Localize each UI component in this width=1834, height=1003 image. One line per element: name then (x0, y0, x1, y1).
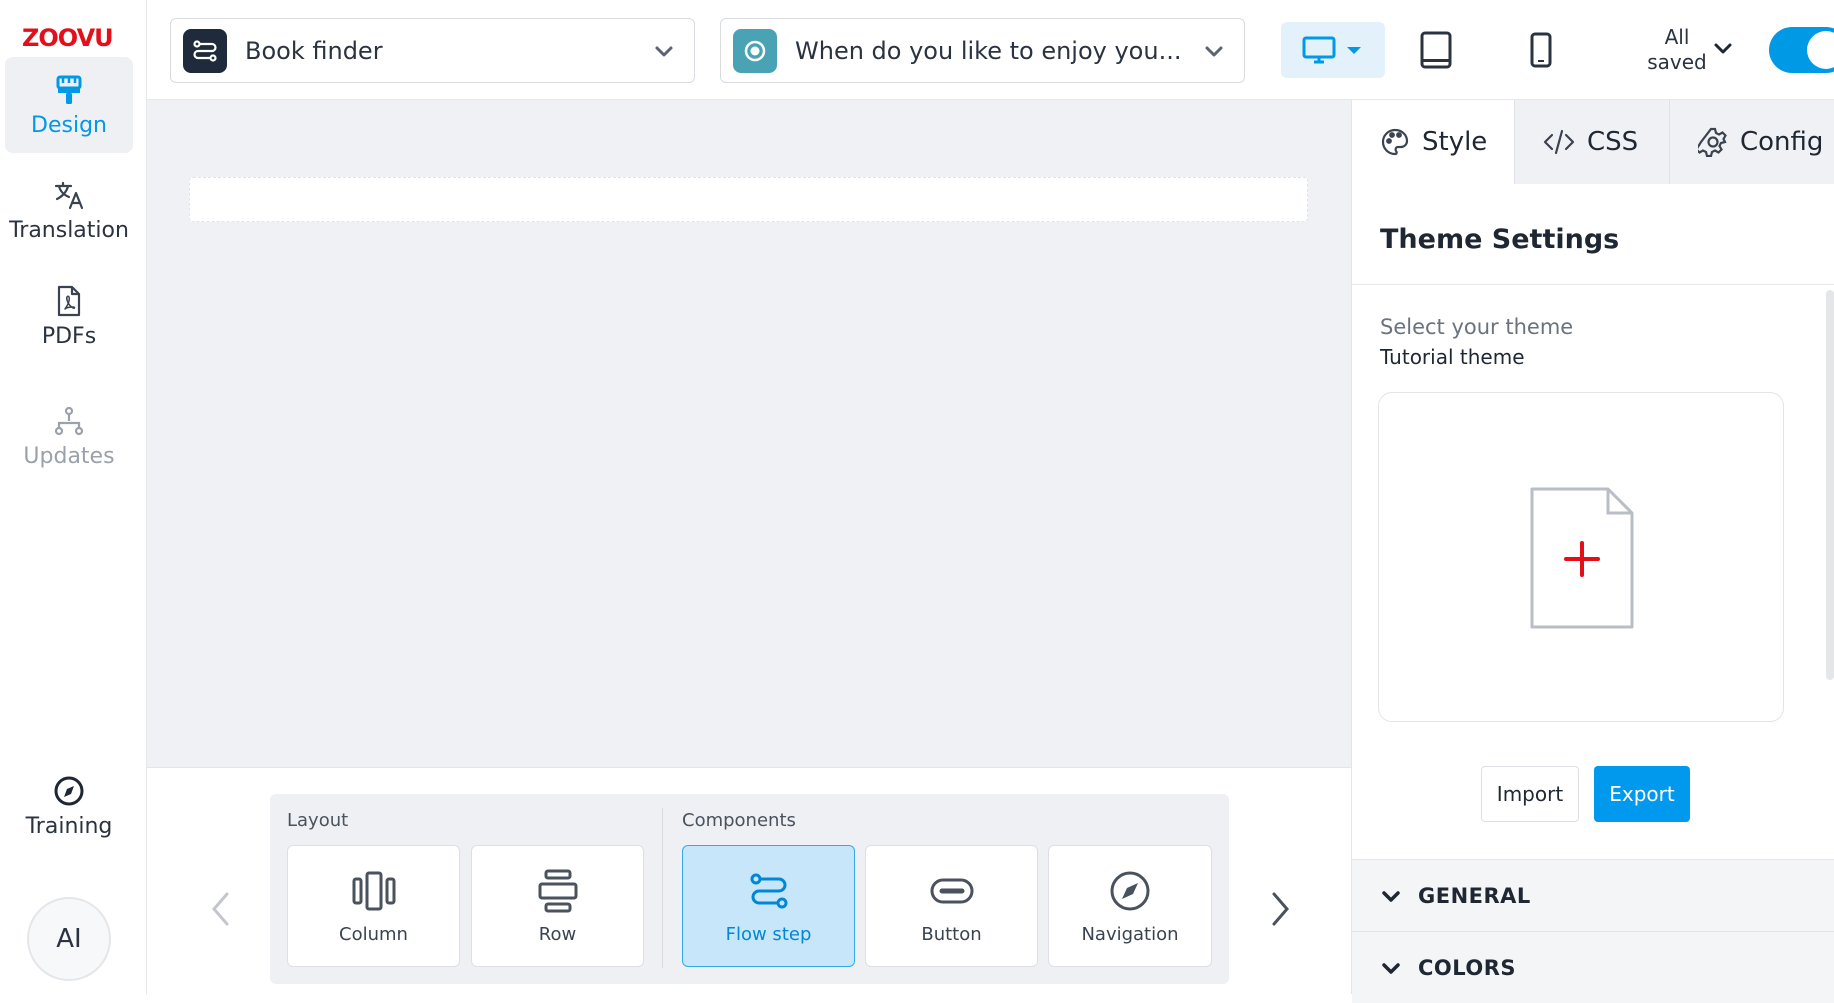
component-label: Row (538, 923, 577, 945)
step-selector-value: When do you like to enjoy you... (795, 36, 1182, 65)
component-label: Button (921, 923, 982, 945)
group-divider (662, 808, 663, 968)
palette-next-button[interactable] (1260, 884, 1300, 934)
section-label: COLORS (1418, 955, 1517, 980)
mobile-icon (1529, 32, 1553, 68)
row-icon (535, 868, 581, 914)
chevron-down-icon (1380, 957, 1402, 979)
tablet-view-button[interactable] (1384, 22, 1488, 78)
layout-group-label: Layout (287, 810, 349, 831)
sidebar-item-updates[interactable]: Updates (5, 388, 133, 484)
section-colors[interactable]: COLORS (1352, 931, 1834, 1003)
preview-toggle[interactable] (1769, 27, 1834, 73)
ai-label: AI (56, 924, 82, 954)
palette-icon (1380, 127, 1410, 157)
chevron-down-icon (652, 39, 676, 63)
import-button[interactable]: Import (1481, 766, 1579, 822)
desktop-view-button[interactable] (1281, 22, 1385, 78)
compass-icon (52, 774, 86, 808)
chevron-left-icon (210, 891, 232, 927)
column-icon (351, 868, 397, 914)
column-component[interactable]: Column (287, 845, 460, 967)
tab-label: CSS (1587, 127, 1639, 157)
hierarchy-icon (52, 404, 86, 438)
zoovu-logo[interactable]: ZOOVU (22, 24, 114, 52)
gear-icon (1698, 127, 1728, 157)
theme-upload-box[interactable] (1378, 392, 1784, 722)
sidebar-item-label: PDFs (41, 323, 97, 349)
right-settings-panel: Style CSS Config Theme Settings Select y… (1351, 100, 1834, 1003)
export-button[interactable]: Export (1594, 766, 1690, 822)
translate-icon (52, 178, 86, 212)
code-icon (1543, 128, 1575, 156)
sidebar-item-label: Design (31, 112, 107, 138)
radio-icon (733, 28, 777, 73)
add-file-icon (1528, 485, 1636, 631)
flow-selector[interactable]: Book finder (170, 18, 695, 83)
button-component[interactable]: Button (865, 845, 1038, 967)
theme-select-label: Select your theme (1380, 315, 1574, 339)
tab-label: Style (1422, 127, 1488, 157)
tab-label: Config (1740, 127, 1824, 157)
save-chevron-down-icon[interactable] (1711, 36, 1735, 60)
sidebar-item-training[interactable]: Training (5, 758, 133, 854)
tablet-icon (1419, 31, 1453, 69)
tab-style[interactable]: Style (1352, 100, 1515, 184)
left-sidebar: ZOOVU Design Translation PDFs Updates Tr… (0, 0, 147, 994)
section-general[interactable]: GENERAL (1352, 859, 1834, 931)
pdf-file-icon (52, 284, 86, 318)
flow-selector-value: Book finder (245, 36, 383, 65)
component-label: Navigation (1081, 923, 1179, 945)
palette-prev-button[interactable] (201, 884, 241, 934)
component-label: Flow step (725, 923, 812, 945)
step-selector[interactable]: When do you like to enjoy you... (720, 18, 1245, 83)
ai-assistant-button[interactable]: AI (27, 897, 111, 981)
row-component[interactable]: Row (471, 845, 644, 967)
flow-step-icon (746, 868, 792, 914)
chevron-down-icon (1202, 39, 1226, 63)
paint-roller-icon (52, 73, 86, 107)
top-toolbar: Book finder When do you like to enjoy yo… (147, 0, 1834, 100)
tab-config[interactable]: Config (1670, 100, 1834, 184)
mobile-view-button[interactable] (1489, 22, 1593, 78)
section-label: GENERAL (1418, 883, 1531, 908)
component-palette: Layout Components Column Row Flow step B… (270, 794, 1229, 984)
sidebar-item-translation[interactable]: Translation (5, 162, 133, 258)
sidebar-item-label: Updates (23, 443, 115, 469)
desktop-icon (1302, 35, 1364, 65)
design-canvas[interactable] (147, 100, 1351, 767)
flow-icon (183, 28, 227, 73)
sidebar-item-label: Translation (9, 217, 129, 243)
component-bar: Layout Components Column Row Flow step B… (147, 767, 1351, 994)
tab-css[interactable]: CSS (1515, 100, 1670, 184)
components-group-label: Components (682, 810, 796, 831)
sidebar-item-pdfs[interactable]: PDFs (5, 268, 133, 364)
navigation-component[interactable]: Navigation (1048, 845, 1212, 967)
theme-name[interactable]: Tutorial theme (1380, 345, 1525, 369)
canvas-drop-zone[interactable] (189, 177, 1308, 222)
panel-divider (1352, 284, 1834, 285)
sidebar-item-design[interactable]: Design (5, 57, 133, 153)
panel-title: Theme Settings (1380, 224, 1620, 255)
flow-step-component[interactable]: Flow step (682, 845, 855, 967)
button-icon (929, 868, 975, 914)
panel-scrollbar[interactable] (1826, 290, 1834, 680)
chevron-right-icon (1269, 891, 1291, 927)
navigation-icon (1107, 868, 1153, 914)
settings-tabs: Style CSS Config (1352, 100, 1834, 184)
toggle-knob (1807, 31, 1834, 69)
component-label: Column (339, 923, 408, 945)
sidebar-item-label: Training (25, 813, 113, 839)
chevron-down-icon (1380, 885, 1402, 907)
